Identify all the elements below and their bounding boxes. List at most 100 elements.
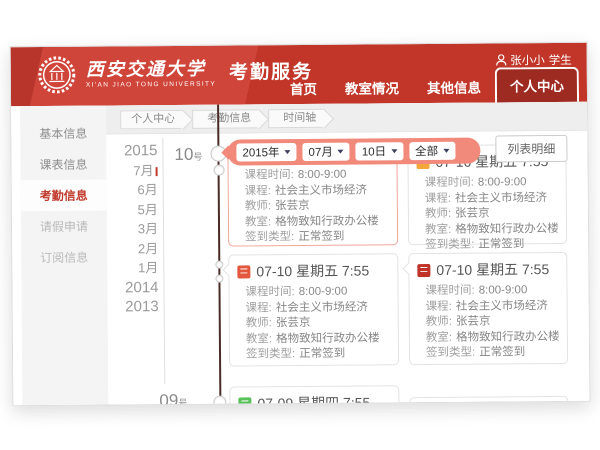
field-value: 正常签到 [479,346,525,358]
card-field-row: 课程时间:8:00-9:00 [425,283,558,300]
card-fields: 课程时间: 8:00-9:00 课程: 社会主义市场经济教师:张芸京教室: 格物致知行政… [229,284,398,363]
card-header: 07-09 星期四 7:55 [230,386,398,406]
sidebar-item-attendance-info[interactable]: 考勤信息 [21,180,107,212]
year-select[interactable]: 2015年 [236,143,296,161]
current-month-marker-icon [156,167,158,176]
page: 西安交通大学 XI'AN JIAO TONG UNIVERSITY 考勤服务 张… [0,0,600,450]
field-value: 格物致知行政办公楼 [276,332,380,345]
chevron-down-icon [391,149,397,153]
field-label: 课程: [425,192,451,204]
timeline-marker-row2b-icon [215,275,223,283]
field-label: 签到类型: [426,347,475,359]
field-value: 张芸京 [275,200,310,212]
field-value: 8:00-9:00 [478,176,527,188]
timeline-nav-march[interactable]: 3月 [110,219,158,239]
field-value: 社会主义市场经济 [455,192,547,205]
mini-timeline-nav: 2015 7月 6月 5月 3月 2月 1月 2014 2013 [109,141,158,317]
chevron-down-icon [443,149,449,153]
field-label: 教室: [245,216,271,228]
card-field-row: 教室:格物致知行政办公楼 [425,221,558,238]
card-field-row: 课程时间:8:00-9:00 [425,175,558,192]
field-value: 社会主义市场经济 [275,184,367,197]
field-label: 签到类型: [425,239,474,251]
sidebar-item-leave-request[interactable]: 请假申请 [21,211,107,243]
field-label: 课程: [246,302,272,314]
timeline-day-09-label: 09号 [159,391,187,406]
card-field-row: 教室: 格物致知行政办公楼 [246,331,390,348]
field-label: 教室: [246,333,272,345]
timeline-nav-july[interactable]: 7月 [109,161,157,181]
main-nav: 首页 教室情况 其他信息 个人中心 [276,67,579,104]
nav-other-info[interactable]: 其他信息 [413,70,495,103]
field-label: 签到类型: [246,348,295,360]
scope-select-value: 全部 [415,143,438,159]
card-field-row: 课程:社会主义市场经济 [426,298,559,315]
field-label: 教室: [425,223,451,235]
card-field-row: 教室:格物致知行政办公楼 [245,214,389,231]
day-select[interactable]: 10日 [356,142,403,160]
card-fields: 课程时间:8:00-9:00课程: 社会主义市场经济教师:张芸京教室:格物致知行政… [409,175,567,254]
university-name-en: XI'AN JIAO TONG UNIVERSITY [86,81,216,89]
timeline-marker-day09-icon [213,396,226,407]
user-name: 张小小 [510,52,545,68]
field-value: 社会主义市场经济 [276,301,368,314]
field-label: 课程: [426,300,452,312]
breadcrumb-attendance-info[interactable]: 考勤信息 [192,109,259,129]
card-field-row: 教师:张芸京 [426,314,559,331]
breadcrumb: 个人中心 考勤信息 时间轴 [106,102,587,135]
timeline-nav-2014[interactable]: 2014 [110,278,158,298]
card-field-row: 签到类型:正常签到 [425,237,558,254]
card-field-row: 签到类型:正常签到 [246,346,390,363]
app-header: 西安交通大学 XI'AN JIAO TONG UNIVERSITY 考勤服务 张… [11,43,587,107]
list-detail-button[interactable]: 列表明细 [495,135,567,163]
attendance-card[interactable]: 07-10 星期五 7:55 课程时间:8:00-9:00课程:社会主义市场经济… [408,252,568,365]
card-field-row: 课程: 社会主义市场经济 [245,183,389,200]
card-field-row: 教师:张芸京 [246,315,390,332]
card-field-row: 教师:张芸京 [425,206,558,223]
sidebar-item-subscription-info[interactable]: 订阅信息 [21,242,107,274]
timeline-nav-february[interactable]: 2月 [110,239,158,259]
timeline-marker-small-icon [214,165,225,176]
chevron-down-icon [338,150,344,154]
timeline-nav-2013[interactable]: 2013 [111,297,159,317]
nav-personal-center[interactable]: 个人中心 [495,67,579,103]
card-field-row: 课程: 社会主义市场经济 [425,190,558,207]
field-label: 课程: [245,185,271,197]
field-label: 教师: [245,200,271,212]
card-field-row: 课程: 社会主义市场经济 [246,300,390,317]
card-field-row: 课程时间: 8:00-9:00 [245,284,389,301]
sidebar-item-basic-info[interactable]: 基本信息 [20,118,106,150]
field-value: 张芸京 [456,316,491,328]
breadcrumb-timeline[interactable]: 时间轴 [268,108,324,127]
content-area: 基本信息 课表信息 考勤信息 请假申请 订阅信息 个人中心 考勤信息 时间轴 2… [11,102,589,406]
day-select-value: 10日 [362,143,386,159]
field-label: 教室: [426,331,452,343]
attendance-card[interactable]: 07-09 星期四 7:55 [229,385,399,406]
field-label: 课程时间: [245,169,294,181]
timeline-nav-may[interactable]: 5月 [110,200,158,220]
field-value: 正常签到 [298,231,344,243]
scope-select[interactable]: 全部 [409,142,455,160]
nav-home[interactable]: 首页 [276,72,331,104]
attendance-card[interactable] [409,396,568,406]
card-field-row: 签到类型: 正常签到 [426,345,559,362]
person-icon [495,54,506,66]
attendance-status-icon [417,263,430,276]
attendance-card[interactable]: 07-10 星期五 7:55 课程时间: 8:00-9:00 课程: 社会主义市场经济… [228,253,399,366]
breadcrumb-personal-center[interactable]: 个人中心 [120,109,183,128]
timeline-nav-2015[interactable]: 2015 [109,141,157,161]
field-label: 课程时间: [245,286,294,298]
timeline-nav-june[interactable]: 6月 [110,180,158,200]
sidebar-item-schedule-info[interactable]: 课表信息 [20,149,106,181]
card-header: 07-10 星期五 7:55 [229,254,397,285]
field-value: 张芸京 [455,208,490,220]
month-select-value: 07月 [308,144,332,160]
timeline-nav-january[interactable]: 1月 [110,258,158,278]
year-select-value: 2015年 [242,144,279,160]
card-field-row: 课程时间: 8:00-9:00 [245,167,389,184]
nav-classrooms[interactable]: 教室情况 [331,71,413,104]
field-value: 8:00-9:00 [299,286,348,298]
field-value: 8:00-9:00 [298,169,347,181]
field-value: 格物致知行政办公楼 [456,330,559,343]
month-select[interactable]: 07月 [302,143,349,161]
